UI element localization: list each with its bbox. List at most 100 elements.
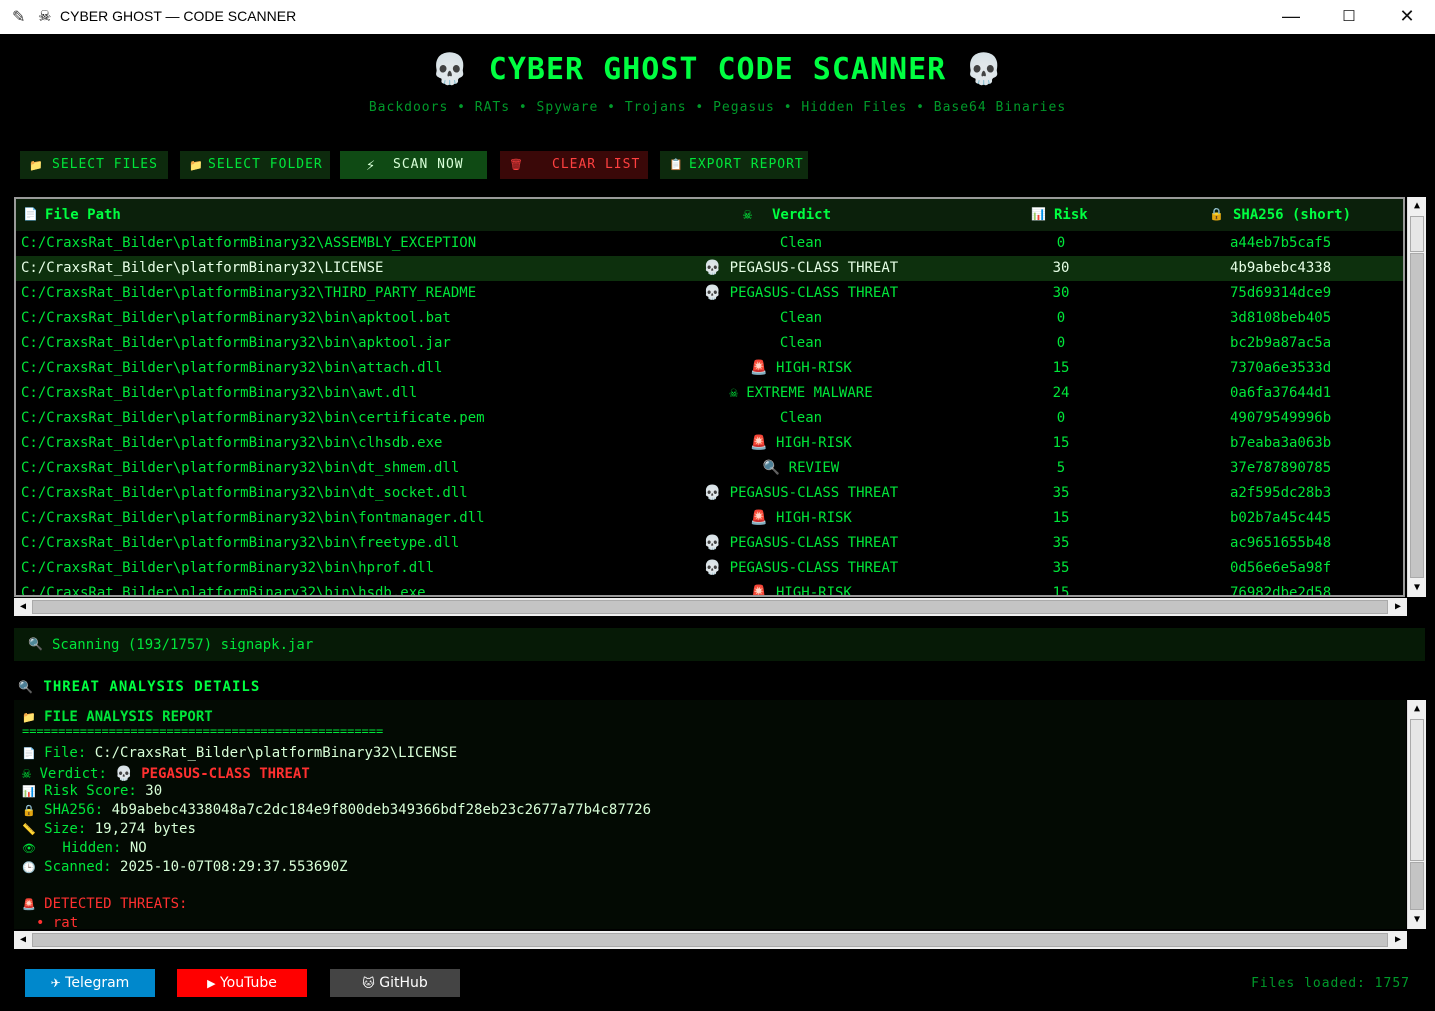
threat-details-title: THREAT ANALYSIS DETAILS	[43, 679, 261, 695]
scan-now-label: SCAN NOW	[393, 157, 464, 172]
clock-icon: 🕒	[22, 861, 36, 874]
hidden-line: 👁 Hidden: NO	[22, 840, 147, 856]
file-path-cell: C:/CraxsRat_Bilder\platformBinary32\bin\…	[21, 585, 426, 597]
table-row[interactable]: C:/CraxsRat_Bilder\platformBinary32\bin\…	[16, 531, 1403, 556]
table-row[interactable]: C:/CraxsRat_Bilder\platformBinary32\bin\…	[16, 506, 1403, 531]
scroll-right-icon[interactable]: ▶	[1390, 599, 1406, 615]
table-vertical-scrollbar[interactable]: ▲ ▼	[1407, 197, 1426, 597]
trash-icon: 🗑	[509, 158, 524, 171]
feather-icon: ✎	[12, 9, 26, 26]
skull-crossbones-icon: ☠	[22, 764, 32, 782]
column-risk[interactable]: Risk	[1054, 207, 1088, 223]
risk-label: Risk Score:	[44, 783, 137, 799]
sha-line: 🔒 SHA256: 4b9abebc4338048a7c2dc184e9f800…	[22, 802, 651, 818]
github-label: GitHub	[379, 975, 428, 991]
chart-icon: 📊	[1031, 207, 1046, 221]
github-button[interactable]: 🐱 GitHub	[330, 969, 460, 997]
table-row[interactable]: C:/CraxsRat_Bilder\platformBinary32\bin\…	[16, 481, 1403, 506]
table-row[interactable]: C:/CraxsRat_Bilder\platformBinary32\bin\…	[16, 381, 1403, 406]
scroll-thumb[interactable]	[1410, 719, 1424, 861]
table-row[interactable]: C:/CraxsRat_Bilder\platformBinary32\bin\…	[16, 456, 1403, 481]
maximize-button[interactable]: ☐	[1320, 0, 1378, 34]
table-horizontal-scrollbar[interactable]: ◀ ▶	[14, 598, 1407, 616]
column-sha256[interactable]: SHA256 (short)	[1233, 207, 1351, 223]
lightning-icon: ⚡	[366, 156, 377, 174]
file-path-cell: C:/CraxsRat_Bilder\platformBinary32\bin\…	[21, 535, 460, 551]
table-row[interactable]: C:/CraxsRat_Bilder\platformBinary32\bin\…	[16, 556, 1403, 581]
magnifier-icon: 🔍	[18, 680, 34, 694]
risk-cell: 35	[1052, 560, 1070, 576]
lock-icon: 🔒	[22, 804, 36, 817]
scroll-track[interactable]	[1410, 862, 1424, 910]
document-icon: 📄	[22, 747, 36, 760]
table-row[interactable]: C:/CraxsRat_Bilder\platformBinary32\bin\…	[16, 581, 1403, 597]
file-path-cell: C:/CraxsRat_Bilder\platformBinary32\ASSE…	[21, 235, 477, 251]
details-horizontal-scrollbar[interactable]: ◀ ▶	[14, 931, 1407, 949]
verdict-cell: 🚨 HIGH-RISK	[750, 510, 852, 526]
scanned-value: 2025-10-07T08:29:37.553690Z	[120, 859, 348, 875]
verdict-cell: 💀 PEGASUS-CLASS THREAT	[703, 535, 899, 551]
table-row[interactable]: C:/CraxsRat_Bilder\platformBinary32\THIR…	[16, 281, 1403, 306]
table-row[interactable]: C:/CraxsRat_Bilder\platformBinary32\bin\…	[16, 431, 1403, 456]
risk-cell: 0	[1056, 310, 1066, 326]
column-verdict[interactable]: Verdict	[772, 207, 831, 223]
size-label: Size:	[44, 821, 87, 837]
youtube-icon: ▶	[207, 977, 216, 990]
file-path-cell: C:/CraxsRat_Bilder\platformBinary32\bin\…	[21, 460, 460, 476]
scroll-right-icon[interactable]: ▶	[1390, 932, 1406, 948]
hidden-value: NO	[129, 840, 147, 856]
table-row[interactable]: C:/CraxsRat_Bilder\platformBinary32\ASSE…	[16, 231, 1403, 256]
minimize-button[interactable]: —	[1262, 0, 1320, 34]
hidden-label: Hidden:	[62, 840, 122, 856]
eye-icon: 👁	[22, 842, 36, 855]
select-files-button[interactable]: 📁 SELECT FILES	[20, 151, 168, 179]
export-report-button[interactable]: 📋 EXPORT REPORT	[660, 151, 808, 179]
details-vertical-scrollbar[interactable]: ▲ ▼	[1407, 700, 1426, 929]
table-row[interactable]: C:/CraxsRat_Bilder\platformBinary32\bin\…	[16, 306, 1403, 331]
sha256-cell: 49079549996b	[1230, 410, 1332, 426]
window-title: CYBER GHOST — CODE SCANNER	[60, 8, 297, 24]
scroll-thumb[interactable]	[32, 600, 1388, 614]
table-row[interactable]: C:/CraxsRat_Bilder\platformBinary32\bin\…	[16, 331, 1403, 356]
verdict-cell: 🚨 HIGH-RISK	[750, 585, 852, 597]
risk-cell: 0	[1056, 235, 1066, 251]
youtube-label: YouTube	[219, 975, 277, 991]
sha256-cell: 0a6fa37644d1	[1230, 385, 1332, 401]
close-button[interactable]: ✕	[1378, 0, 1435, 34]
scroll-up-icon[interactable]: ▲	[1409, 701, 1425, 717]
youtube-button[interactable]: ▶ YouTube	[177, 969, 307, 997]
verdict-cell: 💀 PEGASUS-CLASS THREAT	[703, 260, 899, 276]
sha256-cell: b7eaba3a063b	[1230, 435, 1332, 451]
risk-value: 30	[145, 783, 163, 799]
document-icon: 📄	[23, 207, 38, 221]
sha256-cell: 0d56e6e5a98f	[1230, 560, 1332, 576]
scroll-down-icon[interactable]: ▼	[1409, 580, 1425, 596]
column-file-path[interactable]: File Path	[45, 207, 121, 223]
scroll-thumb[interactable]	[1410, 216, 1424, 252]
risk-cell: 15	[1052, 360, 1070, 376]
scanned-line: 🕒 Scanned: 2025-10-07T08:29:37.553690Z	[22, 859, 348, 875]
sha256-cell: b02b7a45c445	[1230, 510, 1332, 526]
app-title: 💀 CYBER GHOST CODE SCANNER 💀	[431, 52, 1004, 87]
table-row[interactable]: C:/CraxsRat_Bilder\platformBinary32\bin\…	[16, 356, 1403, 381]
scan-now-button[interactable]: ⚡ SCAN NOW	[340, 151, 487, 179]
scroll-left-icon[interactable]: ◀	[15, 932, 31, 948]
skull-crossbones-icon: ☠	[743, 205, 753, 223]
telegram-button[interactable]: ✈ Telegram	[25, 969, 155, 997]
clipboard-icon: 📋	[669, 158, 684, 171]
verdict-cell: Clean	[779, 310, 823, 326]
risk-line: 📊 Risk Score: 30	[22, 783, 162, 799]
select-folder-button[interactable]: 📁 SELECT FOLDER	[180, 151, 330, 179]
scroll-track[interactable]	[1410, 253, 1424, 578]
clear-list-button[interactable]: 🗑 CLEAR LIST	[500, 151, 648, 179]
scroll-left-icon[interactable]: ◀	[15, 599, 31, 615]
sha-label: SHA256:	[44, 802, 104, 818]
scroll-thumb[interactable]	[32, 933, 1388, 947]
scroll-up-icon[interactable]: ▲	[1409, 198, 1425, 214]
file-path-cell: C:/CraxsRat_Bilder\platformBinary32\bin\…	[21, 335, 451, 351]
table-row[interactable]: C:/CraxsRat_Bilder\platformBinary32\LICE…	[16, 256, 1403, 281]
scroll-down-icon[interactable]: ▼	[1409, 912, 1425, 928]
file-path-cell: C:/CraxsRat_Bilder\platformBinary32\bin\…	[21, 510, 485, 526]
table-row[interactable]: C:/CraxsRat_Bilder\platformBinary32\bin\…	[16, 406, 1403, 431]
verdict-cell: 🔍 REVIEW	[762, 460, 840, 476]
